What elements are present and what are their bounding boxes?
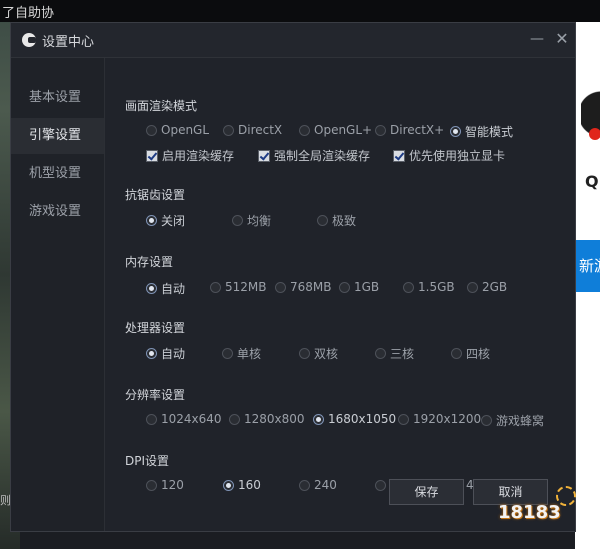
processor-option-single[interactable]: 单核 bbox=[222, 345, 261, 362]
radio-icon bbox=[375, 348, 386, 359]
memory-option-2gb[interactable]: 2GB bbox=[467, 280, 507, 294]
radio-selected-icon bbox=[146, 283, 157, 294]
antialias-option-off[interactable]: 关闭 bbox=[146, 212, 185, 229]
radio-icon bbox=[451, 348, 462, 359]
checkbox-checked-icon bbox=[393, 149, 405, 162]
memory-option-1-5gb[interactable]: 1.5GB bbox=[403, 280, 455, 294]
checkbox-checked-icon bbox=[146, 149, 158, 162]
radio-icon bbox=[299, 479, 310, 491]
radio-icon bbox=[403, 281, 414, 293]
processor-option-dual[interactable]: 双核 bbox=[299, 345, 338, 362]
watermark-logo: 18183 bbox=[498, 486, 576, 523]
sun-icon bbox=[556, 486, 576, 506]
radio-icon bbox=[210, 281, 221, 293]
background-top-text: 了自助协 bbox=[2, 6, 55, 21]
radio-icon bbox=[375, 479, 386, 491]
antialias-option-balanced[interactable]: 均衡 bbox=[232, 212, 271, 229]
memory-option-1gb[interactable]: 1GB bbox=[339, 280, 379, 294]
antialias-option-extreme[interactable]: 极致 bbox=[317, 212, 356, 229]
background-new-game-button[interactable]: 新游 bbox=[575, 240, 600, 292]
checkbox-enable-render-cache[interactable]: 启用渲染缓存 bbox=[146, 147, 234, 164]
memory-option-512mb[interactable]: 512MB bbox=[210, 280, 267, 294]
render-option-opengl[interactable]: OpenGL bbox=[146, 123, 209, 137]
radio-selected-icon bbox=[313, 413, 324, 425]
sidebar-item-device[interactable]: 机型设置 bbox=[11, 156, 104, 192]
radio-icon bbox=[229, 413, 240, 425]
render-option-opengl-plus[interactable]: OpenGL+ bbox=[299, 123, 372, 137]
radio-icon bbox=[339, 281, 350, 293]
resolution-option-game-honeycomb[interactable]: 游戏蜂窝 bbox=[481, 412, 544, 429]
dpi-title: DPI设置 bbox=[125, 454, 170, 468]
checkbox-prefer-discrete-gpu[interactable]: 优先使用独立显卡 bbox=[393, 147, 505, 164]
radio-icon bbox=[317, 215, 328, 226]
checkbox-checked-icon bbox=[258, 149, 270, 162]
radio-icon bbox=[223, 124, 234, 136]
background-right-panel: Q 新游 bbox=[575, 22, 600, 549]
dpi-option-240[interactable]: 240 bbox=[299, 478, 337, 492]
resolution-title: 分辨率设置 bbox=[125, 388, 186, 402]
render-option-smart[interactable]: 智能模式 bbox=[450, 123, 513, 140]
radio-icon bbox=[222, 348, 233, 359]
render-option-directx-plus[interactable]: DirectX+ bbox=[375, 123, 444, 137]
processor-option-auto[interactable]: 自动 bbox=[146, 345, 185, 362]
radio-icon bbox=[146, 479, 157, 491]
resolution-option-1680x1050[interactable]: 1680x1050 bbox=[313, 412, 396, 426]
qq-scarf-icon bbox=[589, 128, 600, 140]
qq-penguin-icon bbox=[581, 74, 600, 154]
radio-selected-icon bbox=[146, 348, 157, 359]
radio-icon bbox=[398, 413, 409, 425]
radio-icon bbox=[146, 124, 157, 136]
processor-option-quad[interactable]: 四核 bbox=[451, 345, 490, 362]
radio-icon bbox=[232, 215, 243, 226]
render-option-directx[interactable]: DirectX bbox=[223, 123, 282, 137]
checkbox-force-global-render-cache[interactable]: 强制全局渲染缓存 bbox=[258, 147, 370, 164]
radio-icon bbox=[299, 348, 310, 359]
settings-dialog: 设置中心 — ✕ 基本设置 引擎设置 机型设置 游戏设置 画面渲染模式 Open… bbox=[10, 22, 576, 532]
antialias-title: 抗锯齿设置 bbox=[125, 188, 186, 202]
processor-option-triple[interactable]: 三核 bbox=[375, 345, 414, 362]
sidebar-item-basic[interactable]: 基本设置 bbox=[11, 80, 104, 116]
radio-icon bbox=[146, 413, 157, 425]
background-right-letter: Q bbox=[585, 172, 599, 191]
radio-icon bbox=[275, 281, 286, 293]
radio-selected-icon bbox=[223, 479, 234, 491]
resolution-option-1920x1200[interactable]: 1920x1200 bbox=[398, 412, 481, 426]
radio-icon bbox=[481, 415, 492, 426]
sidebar-item-game[interactable]: 游戏设置 bbox=[11, 194, 104, 230]
settings-content: 画面渲染模式 OpenGL DirectX OpenGL+ DirectX+ 智… bbox=[105, 58, 575, 531]
settings-sidebar: 基本设置 引擎设置 机型设置 游戏设置 bbox=[11, 58, 105, 531]
radio-icon bbox=[299, 124, 310, 136]
save-button[interactable]: 保存 bbox=[389, 479, 464, 505]
dialog-titlebar[interactable]: 设置中心 — ✕ bbox=[11, 23, 575, 58]
sidebar-item-engine[interactable]: 引擎设置 bbox=[11, 118, 104, 154]
background-topbar: 了自助协 bbox=[0, 0, 600, 22]
radio-selected-icon bbox=[146, 215, 157, 226]
memory-title: 内存设置 bbox=[125, 255, 174, 269]
minimize-button[interactable]: — bbox=[528, 30, 546, 48]
memory-option-auto[interactable]: 自动 bbox=[146, 280, 185, 297]
app-logo-icon bbox=[22, 33, 36, 47]
dpi-option-160[interactable]: 160 bbox=[223, 478, 261, 492]
processor-title: 处理器设置 bbox=[125, 321, 186, 335]
watermark-text: 18183 bbox=[498, 502, 561, 523]
radio-selected-icon bbox=[450, 126, 461, 137]
render-mode-title: 画面渲染模式 bbox=[125, 99, 198, 113]
close-button[interactable]: ✕ bbox=[553, 30, 571, 48]
resolution-option-1280x800[interactable]: 1280x800 bbox=[229, 412, 305, 426]
radio-icon bbox=[467, 281, 478, 293]
memory-option-768mb[interactable]: 768MB bbox=[275, 280, 332, 294]
dpi-option-120[interactable]: 120 bbox=[146, 478, 184, 492]
resolution-option-1024x640[interactable]: 1024x640 bbox=[146, 412, 222, 426]
radio-icon bbox=[375, 124, 386, 136]
dialog-title: 设置中心 bbox=[42, 35, 95, 50]
